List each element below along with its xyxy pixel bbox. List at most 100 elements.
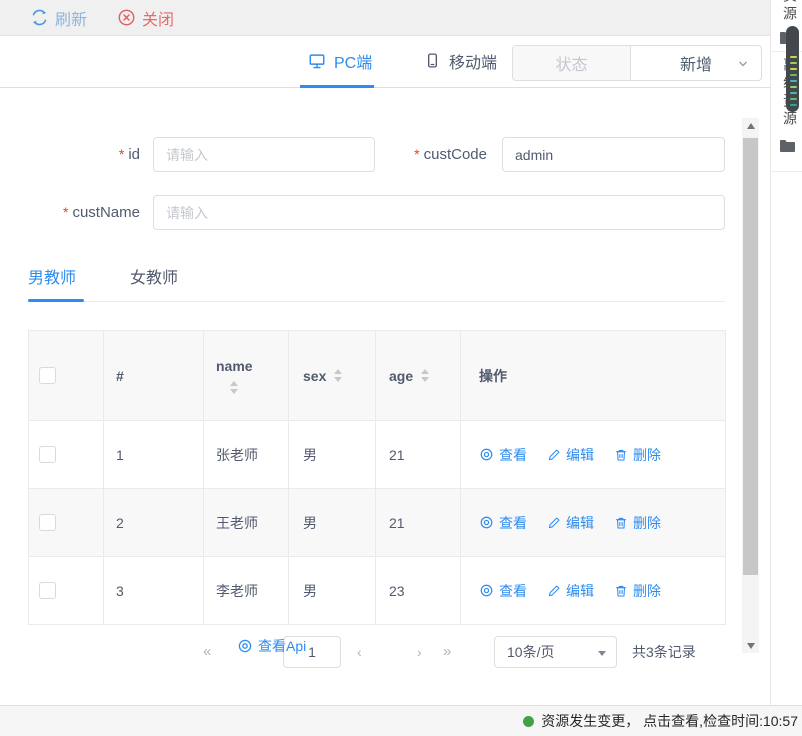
view-button[interactable]: 查看 bbox=[479, 445, 527, 465]
teacher-table: # name sex bbox=[28, 330, 726, 625]
edit-button[interactable]: 编辑 bbox=[547, 581, 594, 601]
form-preview-pane: *id *custCode *custName 男教师 女教师 # name bbox=[0, 88, 770, 655]
scroll-indicator-overlay[interactable] bbox=[786, 26, 799, 112]
status-message[interactable]: 资源发生变更， 点击查看,检查时间:10:57 bbox=[541, 711, 798, 731]
pencil-icon bbox=[547, 516, 561, 530]
divider bbox=[771, 171, 802, 172]
pagination: « 1 ‹ › » 10条/页 共3条记录 bbox=[0, 636, 770, 668]
sidebar-item-resource[interactable]: 资源 bbox=[780, 0, 800, 24]
view-button[interactable]: 查看 bbox=[479, 513, 527, 533]
edit-button[interactable]: 编辑 bbox=[547, 445, 594, 465]
refresh-label: 刷新 bbox=[55, 6, 87, 30]
tab-male-active-underline bbox=[28, 299, 84, 302]
refresh-icon bbox=[30, 8, 49, 27]
delete-button[interactable]: 删除 bbox=[614, 513, 661, 533]
required-asterisk: * bbox=[119, 146, 124, 162]
required-asterisk: * bbox=[414, 146, 419, 162]
table-row: 2 王老师 男 21 查看 编辑 bbox=[29, 489, 726, 557]
trash-icon bbox=[614, 584, 628, 598]
tabs-bottom-border bbox=[28, 301, 725, 302]
table-row: 1 张老师 男 21 查看 编辑 bbox=[29, 421, 726, 489]
sort-carets-icon[interactable] bbox=[421, 369, 429, 382]
select-all-checkbox[interactable] bbox=[39, 367, 56, 384]
status-button[interactable]: 状态 bbox=[513, 46, 631, 80]
cell-age: 21 bbox=[376, 489, 461, 557]
scrollbar-down-arrow[interactable] bbox=[742, 638, 759, 653]
id-input[interactable] bbox=[153, 137, 375, 172]
cell-name: 张老师 bbox=[204, 421, 289, 489]
cell-sex: 男 bbox=[289, 489, 376, 557]
scrollbar-up-arrow[interactable] bbox=[742, 118, 759, 133]
device-tab-bar: PC端 移动端 状态 新增 bbox=[0, 36, 770, 88]
id-field-label: *id bbox=[40, 137, 140, 172]
pagination-total-label: 共3条记录 bbox=[632, 636, 696, 668]
chevron-down-icon bbox=[737, 58, 749, 70]
status-dot-icon bbox=[523, 716, 534, 727]
add-select-label: 新增 bbox=[680, 51, 712, 75]
cell-sex: 男 bbox=[289, 557, 376, 625]
close-circle-icon bbox=[117, 8, 136, 27]
custcode-field-label: *custCode bbox=[375, 137, 487, 172]
view-api-button[interactable]: 查看Api bbox=[237, 634, 306, 658]
delete-button[interactable]: 删除 bbox=[614, 581, 661, 601]
pagination-next-button[interactable]: › bbox=[417, 636, 422, 668]
cell-name: 王老师 bbox=[204, 489, 289, 557]
pencil-icon bbox=[547, 584, 561, 598]
tab-mobile[interactable]: 移动端 bbox=[424, 36, 497, 85]
cell-index: 1 bbox=[104, 421, 204, 489]
status-add-button-group: 状态 新增 bbox=[512, 45, 762, 81]
tab-pc[interactable]: PC端 bbox=[308, 36, 372, 85]
eye-icon bbox=[479, 583, 494, 598]
tab-male-teacher[interactable]: 男教师 bbox=[28, 264, 76, 288]
status-button-label: 状态 bbox=[555, 51, 587, 75]
column-header-sex[interactable]: sex bbox=[289, 331, 376, 421]
pagination-first-button[interactable]: « bbox=[203, 636, 211, 668]
edit-button[interactable]: 编辑 bbox=[547, 513, 594, 533]
monitor-icon bbox=[308, 52, 326, 70]
trash-icon bbox=[614, 516, 628, 530]
top-toolbar: 刷新 关闭 bbox=[0, 0, 770, 36]
trash-icon bbox=[614, 448, 628, 462]
vertical-scrollbar[interactable] bbox=[742, 118, 759, 653]
close-label: 关闭 bbox=[142, 6, 174, 30]
pagination-prev-button[interactable]: ‹ bbox=[357, 636, 362, 668]
custcode-input[interactable] bbox=[502, 137, 725, 172]
scrollbar-thumb[interactable] bbox=[743, 138, 758, 575]
sort-carets-icon[interactable] bbox=[334, 369, 342, 382]
eye-icon bbox=[479, 515, 494, 530]
eye-icon bbox=[237, 638, 253, 654]
column-header-index: # bbox=[104, 331, 204, 421]
table-row: 3 李老师 男 23 查看 编辑 bbox=[29, 557, 726, 625]
column-header-name[interactable]: name bbox=[204, 331, 289, 421]
custname-field-label: *custName bbox=[28, 195, 140, 230]
pencil-icon bbox=[547, 448, 561, 462]
select-caret-icon bbox=[598, 651, 606, 656]
mobile-phone-icon bbox=[424, 52, 441, 69]
sort-carets-icon[interactable] bbox=[230, 381, 238, 394]
table-header-row: # name sex bbox=[29, 331, 726, 421]
tab-female-teacher[interactable]: 女教师 bbox=[130, 264, 178, 288]
custname-input[interactable] bbox=[153, 195, 725, 230]
view-button[interactable]: 查看 bbox=[479, 581, 527, 601]
add-select[interactable]: 新增 bbox=[631, 46, 761, 80]
tab-pc-label: PC端 bbox=[334, 49, 372, 73]
cell-index: 3 bbox=[104, 557, 204, 625]
refresh-button[interactable]: 刷新 bbox=[30, 6, 87, 30]
delete-button[interactable]: 删除 bbox=[614, 445, 661, 465]
row-checkbox[interactable] bbox=[39, 446, 56, 463]
cell-index: 2 bbox=[104, 489, 204, 557]
status-bar: 资源发生变更， 点击查看,检查时间:10:57 bbox=[0, 705, 802, 736]
pagination-last-button[interactable]: » bbox=[443, 636, 451, 668]
page-size-select[interactable]: 10条/页 bbox=[494, 636, 617, 668]
eye-icon bbox=[479, 447, 494, 462]
row-checkbox[interactable] bbox=[39, 514, 56, 531]
cell-age: 21 bbox=[376, 421, 461, 489]
cell-name: 李老师 bbox=[204, 557, 289, 625]
cell-age: 23 bbox=[376, 557, 461, 625]
required-asterisk: * bbox=[63, 204, 68, 220]
close-button[interactable]: 关闭 bbox=[117, 6, 174, 30]
cell-sex: 男 bbox=[289, 421, 376, 489]
tab-mobile-label: 移动端 bbox=[449, 49, 497, 73]
row-checkbox[interactable] bbox=[39, 582, 56, 599]
column-header-age[interactable]: age bbox=[376, 331, 461, 421]
